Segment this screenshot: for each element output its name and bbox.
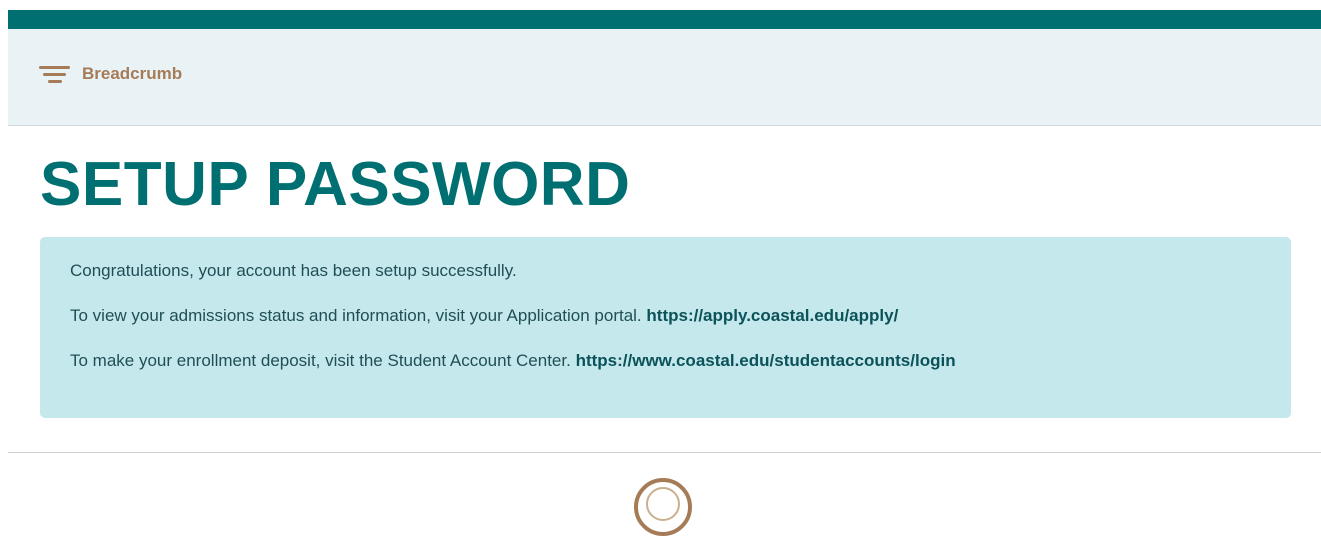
alert-text: To view your admissions status and infor… [70,306,642,325]
alert-text: To make your enrollment deposit, visit t… [70,351,571,370]
page-title: SETUP PASSWORD [40,150,631,219]
site-header-bar [8,10,1321,29]
breadcrumb-label: Breadcrumb [82,64,183,83]
alert-message-success: Congratulations, your account has been s… [70,261,1261,281]
alert-message-student-account: To make your enrollment deposit, visit t… [70,351,1261,371]
success-alert: Congratulations, your account has been s… [40,237,1291,418]
seal-inner-ring [646,487,680,521]
menu-lines-icon [39,64,70,84]
breadcrumb-toggle-button[interactable]: Breadcrumb [39,64,182,84]
breadcrumb-bar: Breadcrumb [8,29,1321,126]
alert-text: Congratulations, your account has been s… [70,261,517,280]
page-top-margin [0,0,1321,10]
student-account-center-link[interactable]: https://www.coastal.edu/studentaccounts/… [576,351,956,370]
application-portal-link[interactable]: https://apply.coastal.edu/apply/ [646,306,898,325]
alert-message-application-portal: To view your admissions status and infor… [70,306,1261,326]
footer-divider [8,452,1321,453]
